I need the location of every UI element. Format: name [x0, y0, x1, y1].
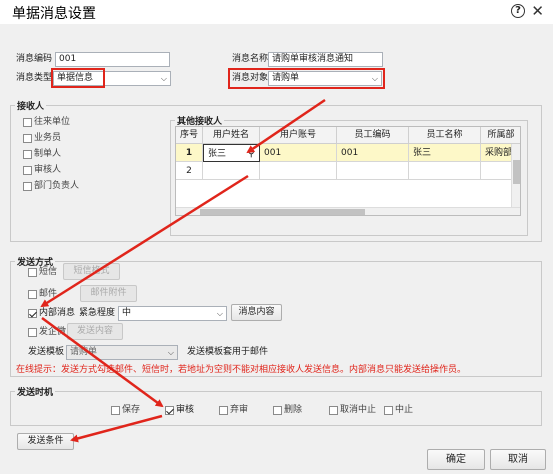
receiver-option[interactable]: 部门负责人 — [23, 181, 79, 193]
send-time-option[interactable]: 中止 — [384, 405, 413, 417]
col-header: 序号 — [176, 127, 203, 144]
code-input[interactable]: 001 — [55, 52, 170, 67]
cell-account — [260, 162, 337, 180]
send-condition-button[interactable]: 发送条件 — [17, 433, 74, 450]
cancel-button[interactable]: 取消 — [490, 449, 546, 470]
send-content-button[interactable]: 发送内容 — [67, 323, 123, 340]
wechat-option[interactable]: 发企微 — [28, 327, 66, 339]
search-icon[interactable]: ⚲ — [248, 145, 255, 161]
checkbox[interactable] — [111, 406, 120, 415]
cell-user-name — [203, 162, 260, 180]
checkbox[interactable] — [219, 406, 228, 415]
title-bar: 单据消息设置 ? ✕ — [0, 0, 553, 24]
receiver-option[interactable]: 业务员 — [23, 133, 61, 145]
scrollbar-thumb[interactable] — [200, 209, 365, 215]
cell-account: 001 — [260, 144, 337, 162]
chevron-down-icon: ⌵ — [167, 348, 174, 357]
horizontal-scrollbar[interactable] — [176, 207, 520, 215]
message-content-button[interactable]: 消息内容 — [231, 304, 282, 321]
send-time-option[interactable]: 保存 — [111, 405, 140, 417]
cell-emp-name — [409, 162, 481, 180]
row-number: 2 — [176, 162, 203, 180]
receiver-option[interactable]: 制单人 — [23, 149, 61, 161]
sms-format-button[interactable]: 短信格式 — [63, 263, 120, 280]
checkbox[interactable] — [329, 406, 338, 415]
cell-emp-code: 001 — [337, 144, 409, 162]
checkbox[interactable] — [28, 309, 37, 318]
checkbox[interactable] — [23, 182, 32, 191]
col-header: 用户账号 — [260, 127, 337, 144]
send-time-option[interactable]: 弃审 — [219, 405, 248, 417]
ok-button[interactable]: 确定 — [427, 449, 485, 470]
type-highlight — [51, 68, 105, 88]
cell-emp-code — [337, 162, 409, 180]
close-icon[interactable]: ✕ — [531, 2, 544, 20]
checkbox[interactable] — [273, 406, 282, 415]
mail-attachment-button[interactable]: 邮件附件 — [80, 285, 137, 302]
checkbox[interactable] — [28, 290, 37, 299]
template-label: 发送模板 — [28, 347, 65, 357]
send-time-title: 发送时机 — [15, 385, 56, 398]
user-name-editor[interactable]: 张三 ⚲ — [203, 144, 260, 162]
vertical-scrollbar[interactable] — [511, 144, 520, 207]
code-label: 消息编码 — [16, 54, 53, 64]
col-header: 员工名称 — [409, 127, 481, 144]
name-label: 消息名称 — [232, 54, 269, 64]
online-hint: 在线提示：发送方式勾选邮件、短信时，若地址为空则不能对相应接收人发送信息。内部消… — [16, 365, 467, 375]
target-highlight — [228, 68, 385, 89]
type-label: 消息类型 — [16, 73, 53, 83]
send-time-option[interactable]: 取消中止 — [329, 405, 376, 417]
receiver-option[interactable]: 往来单位 — [23, 117, 70, 129]
col-header: 所属部 — [481, 127, 520, 144]
receiver-option[interactable]: 审核人 — [23, 165, 61, 177]
urgency-label: 紧急程度 — [79, 308, 116, 318]
col-header: 员工编码 — [337, 127, 409, 144]
internal-message-option[interactable]: 内部消息 — [28, 308, 75, 320]
row-number: 1 — [176, 144, 203, 162]
chevron-down-icon: ⌵ — [160, 74, 167, 83]
checkbox[interactable] — [23, 166, 32, 175]
checkbox[interactable] — [28, 328, 37, 337]
send-time-option[interactable]: 删除 — [273, 405, 302, 417]
checkbox[interactable] — [23, 118, 32, 127]
cell-emp-name: 张三 — [409, 144, 481, 162]
col-header: 用户姓名 — [203, 127, 260, 144]
name-input[interactable]: 请购单审核消息通知 — [268, 52, 383, 67]
checkbox[interactable] — [165, 406, 174, 415]
template-select[interactable]: 请购单 ⌵ — [66, 345, 178, 360]
mail-option[interactable]: 邮件 — [28, 289, 57, 301]
checkbox[interactable] — [28, 268, 37, 277]
receivers-table: 序号 用户姓名 用户账号 员工编码 员工名称 所属部 1 张三 ⚲ 001 00… — [175, 126, 521, 216]
receivers-title: 接收人 — [15, 99, 47, 112]
checkbox[interactable] — [384, 406, 393, 415]
template-note: 发送模板套用于邮件 — [187, 347, 269, 357]
sms-option[interactable]: 短信 — [28, 267, 57, 279]
scrollbar-thumb[interactable] — [513, 160, 520, 184]
checkbox[interactable] — [23, 134, 32, 143]
send-time-option[interactable]: 审核 — [165, 405, 194, 417]
urgency-select[interactable]: 中 ⌵ — [118, 306, 227, 321]
window-title: 单据消息设置 — [12, 6, 96, 22]
chevron-down-icon: ⌵ — [216, 309, 223, 318]
checkbox[interactable] — [23, 150, 32, 159]
help-icon[interactable]: ? — [511, 4, 525, 18]
